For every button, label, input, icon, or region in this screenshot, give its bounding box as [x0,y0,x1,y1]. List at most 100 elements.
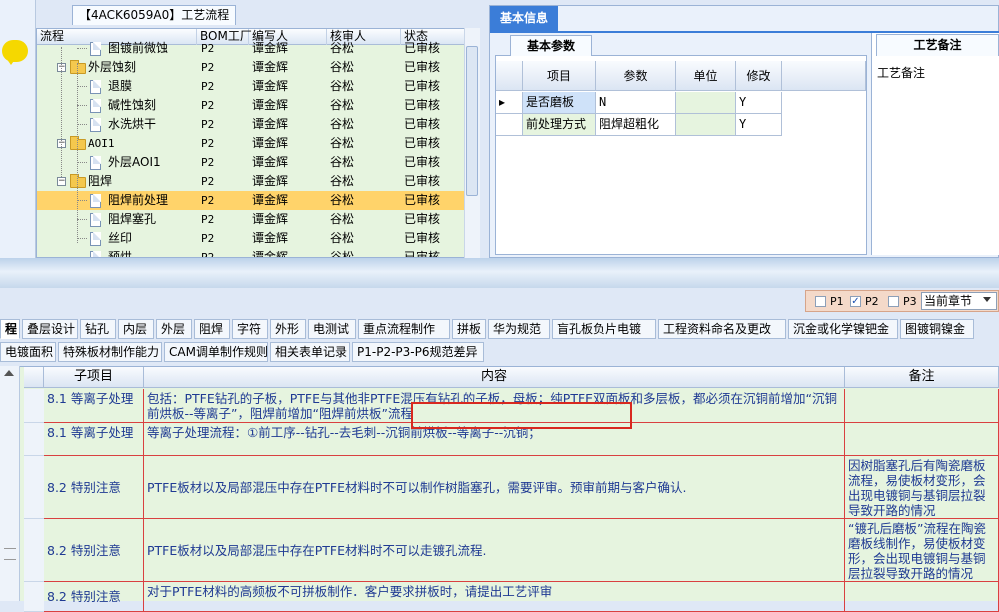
tree-scrollbar-thumb[interactable] [466,46,478,196]
tree-connector [77,48,87,49]
param-column-header[interactable]: 项目 [523,61,596,91]
p1-label: P1 [830,295,844,308]
row-selector[interactable] [24,519,44,582]
tree-row[interactable]: − 阻焊 P2 谭金辉 谷松 已审核 [37,172,465,191]
grid-cell-sub-item: 8.2 特别注意 [44,519,144,581]
spec-tab[interactable]: 华为规范 [488,319,550,339]
spec-tab[interactable]: P1-P2-P3-P6规范差异 [352,342,484,362]
spec-tab[interactable]: CAM调单制作规则 [164,342,268,362]
grid-cell-content: 对于PTFE材料的高频板不可拼板制作．客户要求拼板时，请提出工艺评审 [144,582,845,611]
spec-tab[interactable]: 阻焊 [194,319,230,339]
spec-tab[interactable]: 程 [0,319,20,339]
param-cell-item[interactable]: 是否磨板 [523,92,596,114]
spec-tab[interactable]: 内层 [118,319,154,339]
grid-cell-sub-item: 8.1 等离子处理 [44,389,144,422]
folder-icon [70,136,86,150]
tree-cell-bom: P2 [201,137,215,150]
grid-row[interactable]: 8.2 特别注意 对于PTFE材料的高频板不可拼板制作．客户要求拼板时，请提出工艺… [44,582,999,612]
scroll-up-arrow-icon[interactable] [4,370,14,376]
tab-basic-params[interactable]: 基本参数 [510,35,592,56]
param-cell-unit[interactable] [676,92,736,114]
tree-cell-bom: P2 [201,80,215,93]
spec-tab[interactable]: 特殊板材制作能力 [58,342,162,362]
grid-row[interactable]: 8.2 特别注意 PTFE板材以及局部混压中存在PTFE材料时不可以走镀孔流程. “… [44,519,999,582]
row-indicator[interactable]: ▸ [496,92,523,114]
row-selector[interactable] [24,582,44,612]
tree-cell-bom: P2 [201,42,215,55]
row-selector[interactable] [24,389,44,423]
param-cell-item[interactable]: 前处理方式 [523,114,596,136]
splitter-band[interactable] [0,258,999,288]
tree-connector [77,238,87,239]
tree-cell-bom: P2 [201,118,215,131]
spec-tab[interactable]: 重点流程制作 [358,319,450,339]
tree-row[interactable]: − 外层蚀刻 P2 谭金辉 谷松 已审核 [37,58,465,77]
scroll-grip-icon[interactable] [4,548,16,560]
spec-tab[interactable]: 电镀面积 [0,342,56,362]
param-column-header[interactable]: 修改 [736,61,782,91]
grid-vertical-scrollbar[interactable] [0,366,20,601]
tree-node-label: 阻焊塞孔 [108,212,157,226]
tree-cell-bom: P2 [201,232,215,245]
param-cell-edit[interactable]: Y [736,92,782,114]
process-flow-tab[interactable]: 【4ACK6059A0】工艺流程 [72,5,237,25]
spec-tab[interactable]: 沉金或化学镍钯金 [788,319,898,339]
tree-row[interactable]: 碱性蚀刻 P2 谭金辉 谷松 已审核 [37,96,465,115]
spec-tab[interactable]: 图镀铜镍金 [900,319,974,339]
tree-row[interactable]: 外层AOI1 P2 谭金辉 谷松 已审核 [37,153,465,172]
tree-cell-writer: 谭金辉 [252,79,289,93]
tree-row[interactable]: 丝印 P2 谭金辉 谷松 已审核 [37,229,465,248]
tree-cell-writer: 谭金辉 [252,60,289,74]
tree-cell-writer: 谭金辉 [252,117,289,131]
spec-tab[interactable]: 工程资料命名及更改 [658,319,786,339]
spec-tab[interactable]: 钻孔 [80,319,116,339]
grid-column-header[interactable]: 备注 [845,367,999,388]
row-selector[interactable] [24,423,44,456]
param-cell-value[interactable]: 阻焊超粗化 [596,114,676,136]
tree-row[interactable]: 退膜 P2 谭金辉 谷松 已审核 [37,77,465,96]
grid-column-header[interactable]: 内容 [144,367,845,388]
tree-row[interactable]: − AOI1 P2 谭金辉 谷松 已审核 [37,134,465,153]
tree-cell-bom: P2 [201,61,215,74]
spec-tab[interactable]: 字符 [232,319,268,339]
spec-tab[interactable]: 拼板 [452,319,486,339]
grid-row[interactable]: 8.2 特别注意 PTFE板材以及局部混压中存在PTFE材料时不可以制作树脂塞孔，… [44,456,999,519]
param-cell-edit[interactable]: Y [736,114,782,136]
spec-tab[interactable]: 相关表单记录 [270,342,350,362]
param-cell-value[interactable]: N [596,92,676,114]
spec-tab[interactable]: 盲孔板负片电镀 [552,319,656,339]
tree-connector [77,219,87,220]
tree-row[interactable]: 预烘 P2 谭金辉 谷松 已审核 [37,248,465,257]
tree-cell-reviewer: 谷松 [330,174,355,188]
tree-cell-reviewer: 谷松 [330,136,355,150]
spec-tab[interactable]: 外形 [270,319,306,339]
spec-tab[interactable]: 外层 [156,319,192,339]
chevron-down-icon[interactable] [983,297,991,302]
p1-checkbox[interactable] [815,296,826,307]
document-icon [90,118,101,132]
document-icon [90,194,101,208]
tree-row[interactable]: 图镀前微蚀 P2 谭金辉 谷松 已审核 [37,39,465,58]
collapse-icon[interactable]: − [57,177,66,186]
document-icon [90,80,101,94]
param-column-header[interactable]: 参数 [596,61,676,91]
tree-row[interactable]: 阻焊前处理 P2 谭金辉 谷松 已审核 [37,191,465,210]
tree-row[interactable]: 阻焊塞孔 P2 谭金辉 谷松 已审核 [37,210,465,229]
tab-process-notes[interactable]: 工艺备注 [876,34,999,56]
row-selector[interactable] [24,456,44,519]
param-cell-unit[interactable] [676,114,736,136]
tab-basic-info[interactable]: 基本信息 [490,6,558,31]
grid-cell-note: 因树脂塞孔后有陶瓷磨板流程，易使板材变形，会出现电镀铜与基铜层拉裂导致开路的情况 [845,456,999,518]
param-column-header[interactable]: 单位 [676,61,736,91]
row-indicator[interactable] [496,114,523,136]
spec-tab[interactable]: 叠层设计 [22,319,78,339]
p3-checkbox[interactable] [888,296,899,307]
process-tree-grid: 流程 BOM工厂 编写人 核审人 状态 图镀前微蚀 P2 谭金辉 谷松 已审核 − 外层蚀刻 P2 谭金… [36,28,470,258]
p2-checkbox[interactable]: ✓ [850,296,861,307]
tree-cell-writer: 谭金辉 [252,193,289,207]
document-icon [90,42,101,56]
grid-column-header[interactable]: 子项目 [44,367,144,388]
tree-row[interactable]: 水洗烘干 P2 谭金辉 谷松 已审核 [37,115,465,134]
tree-cell-reviewer: 谷松 [330,212,355,226]
spec-tab[interactable]: 电测试 [308,319,356,339]
